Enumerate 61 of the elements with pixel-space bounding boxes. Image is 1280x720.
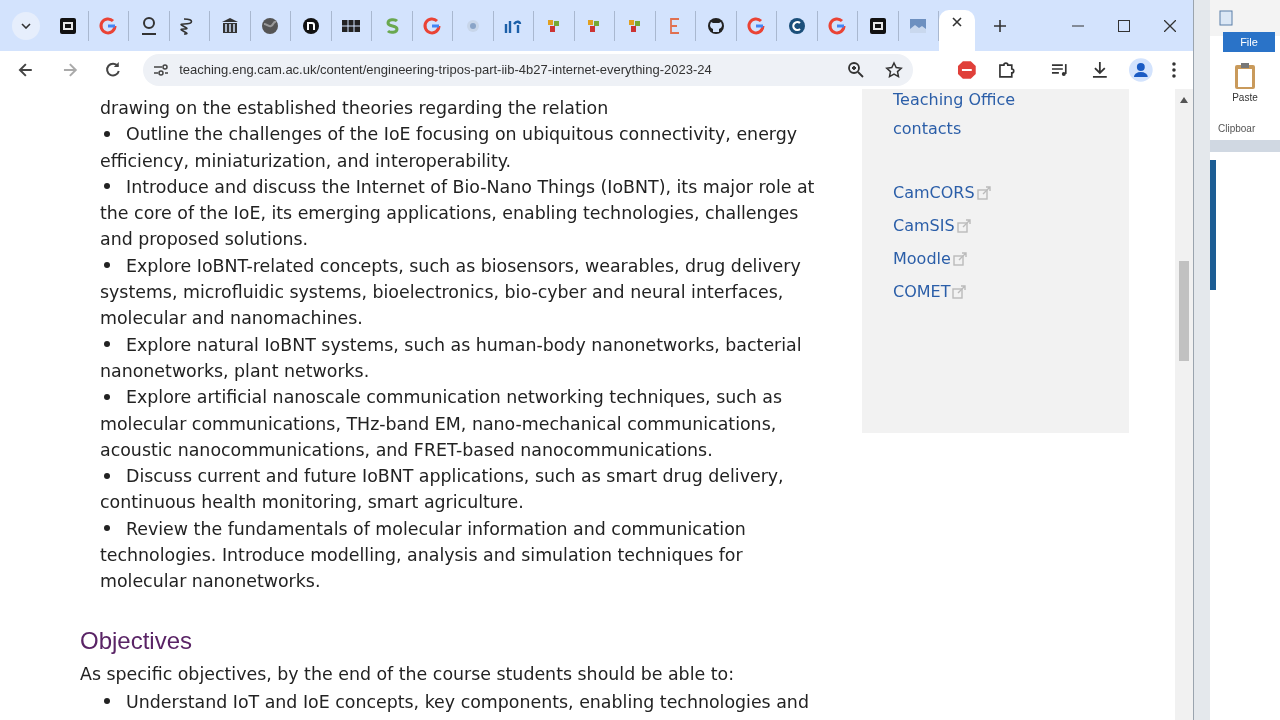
minimize-icon[interactable] [1072,24,1084,27]
disc-icon [300,15,321,36]
bullet-icon [104,341,110,348]
octocat-icon [705,15,726,36]
scrollbar[interactable] [1175,89,1193,720]
external-link[interactable]: Moodle [893,246,951,272]
group-label: Clipboar [1217,122,1256,136]
g-icon [746,15,767,36]
bullet-icon [104,698,110,705]
ruler [1210,140,1280,152]
external-link-icon [952,252,967,266]
bullet-icon [104,525,110,532]
paragraph: As specific objectives, by the end of the course students should be able to: [80,662,736,686]
g-icon [98,15,119,36]
tab-search-button[interactable] [12,11,40,40]
g-icon [827,15,848,36]
external-link-icon [956,219,971,233]
list-item-text: Discuss current and future IoBNT applications, such as smart drug delivery, continuous health monitoring, smart agriculture. [100,465,785,515]
extensions-icon[interactable] [996,60,1016,80]
list-item-text: Understand IoT and IoE concepts, key components, enabling technologies and [100,688,840,715]
external-link[interactable]: COMET [893,279,951,305]
close-icon[interactable] [1164,19,1176,32]
tile-icon [57,15,78,36]
section-heading: Objectives [80,625,194,656]
bullet-icon [104,472,110,479]
bullet-icon [104,130,110,137]
external-link-icon [976,186,991,200]
g-icon [422,15,443,36]
external-link[interactable]: CamSIS [893,213,955,239]
chevron-down-icon [21,22,31,29]
clipboard-icon[interactable] [1234,62,1256,90]
external-link-icon [952,285,967,299]
zoom-icon[interactable] [846,61,865,79]
list-item-text: Explore artificial nanoscale communication networking techniques, such as molecular communications, THz-band EM, nano-mechanical communications, acoustic nanocommunications, and FRET-based nanocommunications. [100,386,784,462]
bullet-icon [104,262,110,269]
url-text: teaching.eng.cam.ac.uk/content/engineering-tripos-part-iib-4b27-internet-everything-2023-24 [179,61,713,80]
list-item-text: Explore IoBNT-related concepts, such as biosensors, wearables, drug delivery systems, microfluidic systems, bioelectronics, bio-cyber and neural interfaces, molecular and nanomachines. [100,254,802,331]
list-item-text: Explore natural IoBNT systems, such as human-body nanonetworks, bacterial nanonetworks, plant networks. [100,333,803,383]
menu-icon[interactable] [1171,61,1177,79]
maximize-icon[interactable] [1118,19,1130,32]
new-tab-icon[interactable] [993,18,1007,33]
list-item-text: Introduce and discuss the Internet of Bio-Nano Things (IoBNT), its major role at the core of the IoE, its emerging applications, enabling technologies, challenges and proposed solutions. [100,175,816,252]
external-link[interactable]: CamCORS [893,180,975,206]
list-item-text: Review the fundamentals of molecular information and communication technologies. Introduce modelling, analysis and simulation techniques for molecular nanonetworks. [100,517,747,594]
c-icon [786,15,807,36]
tile-icon [867,15,888,36]
scrollbar-thumb[interactable] [1179,261,1189,361]
list-item-text: drawing on the established theories regarding the relation [100,97,610,120]
list-item-text: Outline the challenges of the IoE focusing on ubiquitous connectivity, energy efficiency, miniaturization, and interoperability. [100,123,799,173]
contacts-link[interactable]: Teaching Office contacts [893,89,1063,143]
profile-icon[interactable] [1129,58,1154,82]
bullet-icon [104,183,110,190]
site-settings-icon[interactable] [153,63,170,77]
star-icon[interactable] [884,61,903,79]
scroll-up-icon[interactable] [1180,97,1188,103]
bullet-icon [104,393,110,400]
file-tab[interactable]: File [1223,32,1275,52]
stop-sign-icon[interactable] [956,60,977,80]
paste-label[interactable]: Paste [1232,90,1258,105]
close-icon[interactable] [951,16,963,28]
address-bar[interactable]: teaching.eng.cam.ac.uk/content/engineering-tripos-part-iib-4b27-internet-everything-2023-24 [143,54,913,86]
